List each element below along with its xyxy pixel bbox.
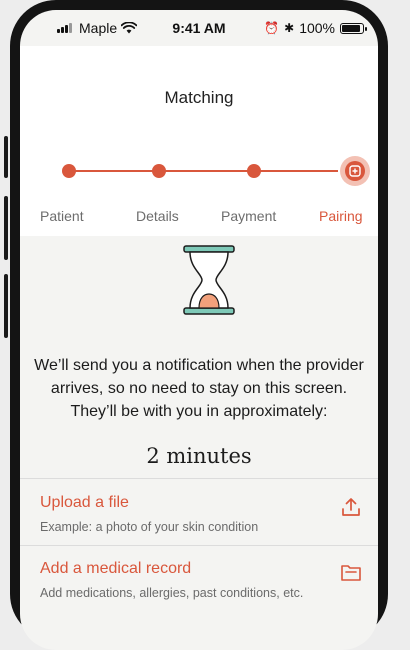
stepper-track [68,170,338,172]
step-label-details: Details [136,208,179,224]
alarm-icon: ⏰ [264,21,280,35]
phone-side-button [4,136,8,178]
status-right: ⏰ ✱ 100% [264,20,367,36]
pairing-icon [345,161,365,181]
status-bar: Maple 9:41 AM ⏰ ✱ 100% [20,10,378,46]
eta-value: 2 minutes [146,444,252,468]
upload-file-subtitle: Example: a photo of your skin condition [40,520,259,534]
matching-header: Matching Patient Details Payment Pairing [20,46,378,236]
phone-side-button [4,196,8,260]
phone-side-button [4,274,8,338]
add-medical-record-title: Add a medical record [40,560,192,577]
hourglass-icon [183,245,235,315]
step-label-pairing: Pairing [319,208,363,224]
bluetooth-icon: ✱ [284,21,295,35]
notification-message: We’ll send you a notification when the p… [34,357,364,420]
upload-icon[interactable] [340,496,362,518]
divider [20,478,378,479]
add-medical-record-row[interactable]: Add a medical record Add medications, al… [20,546,378,612]
step-dot-details [152,164,166,178]
battery-icon [340,22,367,34]
app-screen: Maple 9:41 AM ⏰ ✱ 100% Matching Patient … [20,10,378,650]
step-dot-payment [247,164,261,178]
step-label-patient: Patient [40,208,84,224]
add-medical-record-subtitle: Add medications, allergies, past conditi… [40,586,304,600]
step-dot-patient [62,164,76,178]
page-title: Matching [164,88,234,107]
battery-percent: 100% [299,20,335,36]
upload-file-row[interactable]: Upload a file Example: a photo of your s… [20,480,378,546]
step-label-payment: Payment [221,208,277,224]
upload-file-title: Upload a file [40,494,129,511]
folder-icon[interactable] [340,562,362,584]
step-dot-pairing [340,156,370,186]
waiting-content: We’ll send you a notification when the p… [20,236,378,496]
